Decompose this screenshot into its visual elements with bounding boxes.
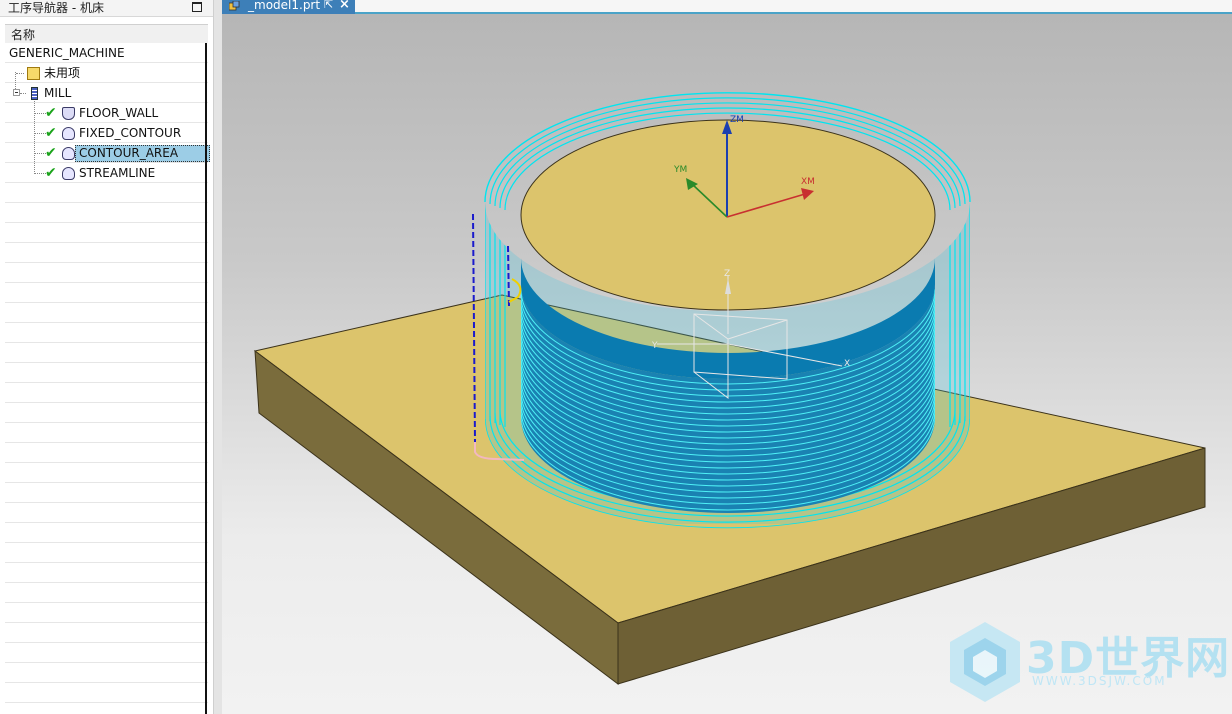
floor-wall-op-icon xyxy=(62,107,75,120)
document-tab-bar xyxy=(222,0,1232,14)
tree-label-unused: 未用项 xyxy=(44,66,81,80)
popout-icon[interactable]: ⇱ xyxy=(324,0,333,11)
complete-check-icon: ✔ xyxy=(45,145,57,161)
contour-op-icon xyxy=(62,127,75,140)
unused-folder-icon xyxy=(27,67,40,80)
tab-label: _model1.prt xyxy=(248,0,321,12)
axis-label-ym: YM xyxy=(673,165,687,175)
panel-splitter[interactable] xyxy=(205,43,207,714)
column-header-label: 名称 xyxy=(11,28,36,42)
axis-label-y: Y xyxy=(651,341,658,351)
tree-row-operation[interactable]: ✔ STREAMLINE xyxy=(5,164,208,183)
navigator-title-bar: 工序导航器 - 机床 xyxy=(0,0,214,17)
operation-label: FLOOR_WALL xyxy=(79,106,159,120)
watermark-logo xyxy=(950,622,1020,702)
tree-row-operation-selected[interactable]: ✔ CONTOUR_AREA xyxy=(5,144,210,163)
close-icon[interactable]: × xyxy=(339,0,350,12)
part-file-icon xyxy=(229,1,240,11)
operation-label: STREAMLINE xyxy=(79,166,156,180)
tree-row-root[interactable]: GENERIC_MACHINE xyxy=(5,44,208,63)
tree-row-operation[interactable]: ✔ FLOOR_WALL xyxy=(5,104,208,123)
complete-check-icon: ✔ xyxy=(45,125,57,141)
tree-row-operation[interactable]: ✔ FIXED_CONTOUR xyxy=(5,124,208,143)
axis-label-z: Z xyxy=(724,269,730,279)
axis-label-zm: ZM xyxy=(730,115,744,125)
operation-navigator-panel: 工序导航器 - 机床 名称 GENERIC_MACHINE 未用项 MILL ✔ xyxy=(0,0,214,714)
complete-check-icon: ✔ xyxy=(45,105,57,121)
tree-label-mill: MILL xyxy=(44,86,72,100)
column-header-name[interactable]: 名称 xyxy=(5,24,208,44)
tab-model1[interactable]: _model1.prt ⇱ × xyxy=(222,0,355,14)
axis-label-x: X xyxy=(844,359,850,369)
navigator-title: 工序导航器 - 机床 xyxy=(8,1,104,15)
tree-row-mill[interactable]: MILL xyxy=(5,84,208,103)
tree-label-root: GENERIC_MACHINE xyxy=(9,46,125,60)
contour-op-icon xyxy=(62,147,75,160)
viewport-gutter xyxy=(214,0,222,714)
tree-row-unused[interactable]: 未用项 xyxy=(5,64,208,83)
watermark-url: WWW.3DSJW.COM xyxy=(1032,674,1167,688)
model-scene: ZM YM XM Z Y X xyxy=(253,92,1206,686)
operation-label: CONTOUR_AREA xyxy=(75,145,210,162)
axis-label-xm: XM xyxy=(801,177,815,187)
contour-op-icon xyxy=(62,167,75,180)
operation-tree: GENERIC_MACHINE 未用项 MILL ✔ FLOOR_WALL ✔ … xyxy=(5,43,210,714)
mill-method-icon xyxy=(31,87,38,100)
maximize-icon[interactable] xyxy=(192,2,202,12)
complete-check-icon: ✔ xyxy=(45,165,57,181)
operation-label: FIXED_CONTOUR xyxy=(79,126,182,140)
collapse-icon[interactable] xyxy=(13,89,20,96)
